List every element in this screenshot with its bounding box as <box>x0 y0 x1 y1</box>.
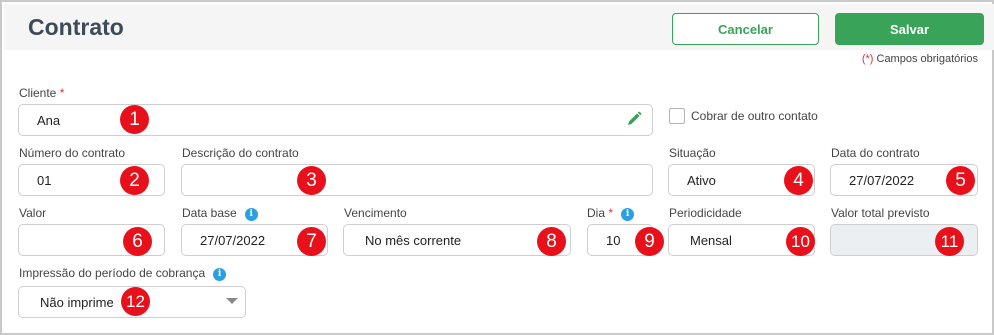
dia-value: 10 <box>606 232 621 248</box>
marker-badge-12: 12 <box>121 287 150 316</box>
chevron-down-icon[interactable] <box>226 298 238 304</box>
marker-badge-11: 11 <box>935 227 964 256</box>
cliente-input[interactable]: Ana <box>18 104 653 136</box>
marker-badge-2: 2 <box>120 166 149 195</box>
impressao-periodo-value: Não imprime <box>40 294 114 310</box>
required-note-star: (*) <box>861 53 874 65</box>
situacao-value: Ativo <box>687 172 716 188</box>
marker-badge-6: 6 <box>123 227 152 256</box>
numero-contrato-value: 01 <box>37 172 52 188</box>
vencimento-value: No mês corrente <box>365 232 462 248</box>
descricao-contrato-input[interactable] <box>181 164 653 196</box>
info-icon[interactable]: i <box>213 268 227 281</box>
data-base-value: 27/07/2022 <box>200 232 266 248</box>
descricao-contrato-label: Descrição do contrato <box>182 146 299 160</box>
periodicidade-label: Periodicidade <box>669 206 742 220</box>
dia-label: Dia * i <box>587 206 635 221</box>
cliente-value: Ana <box>37 112 61 128</box>
data-contrato-label: Data do contrato <box>831 146 920 160</box>
cliente-label-text: Cliente <box>19 86 57 100</box>
cliente-label: Cliente * <box>19 86 64 100</box>
page-header: Contrato Cancelar Salvar <box>4 4 994 50</box>
data-contrato-value: 27/07/2022 <box>849 172 915 188</box>
dia-label-text: Dia <box>587 206 606 220</box>
required-star: * <box>608 206 614 220</box>
valor-label: Valor <box>19 206 47 220</box>
cobrar-outro-contato-checkbox[interactable] <box>669 108 685 124</box>
info-icon[interactable]: i <box>244 208 258 221</box>
required-note-text: Campos obrigatórios <box>873 53 978 65</box>
marker-badge-7: 7 <box>297 227 326 256</box>
impressao-periodo-label-text: Impressão do período de cobrança <box>19 266 206 280</box>
cancel-button[interactable]: Cancelar <box>672 13 819 45</box>
data-base-label: Data base i <box>182 206 258 221</box>
marker-badge-5: 5 <box>946 166 975 195</box>
marker-badge-8: 8 <box>537 227 566 256</box>
marker-badge-10: 10 <box>786 227 815 256</box>
required-star: * <box>59 86 65 100</box>
pencil-icon[interactable] <box>626 111 642 127</box>
cobrar-outro-contato-label: Cobrar de outro contato <box>691 109 818 123</box>
marker-badge-4: 4 <box>784 166 813 195</box>
save-button[interactable]: Salvar <box>835 13 984 45</box>
page-title: Contrato <box>28 14 124 40</box>
numero-contrato-label: Número do contrato <box>19 146 126 160</box>
vencimento-label: Vencimento <box>344 206 407 220</box>
marker-badge-9: 9 <box>635 227 664 256</box>
periodicidade-value: Mensal <box>690 232 732 248</box>
situacao-label: Situação <box>669 146 716 160</box>
required-fields-note: (*) Campos obrigatórios <box>862 53 978 65</box>
data-base-label-text: Data base <box>182 206 237 220</box>
impressao-periodo-label: Impressão do período de cobrança i <box>19 266 227 281</box>
valor-total-previsto-label: Valor total previsto <box>831 206 930 220</box>
marker-badge-3: 3 <box>297 166 326 195</box>
marker-badge-1: 1 <box>120 105 149 134</box>
info-icon[interactable]: i <box>621 208 635 221</box>
